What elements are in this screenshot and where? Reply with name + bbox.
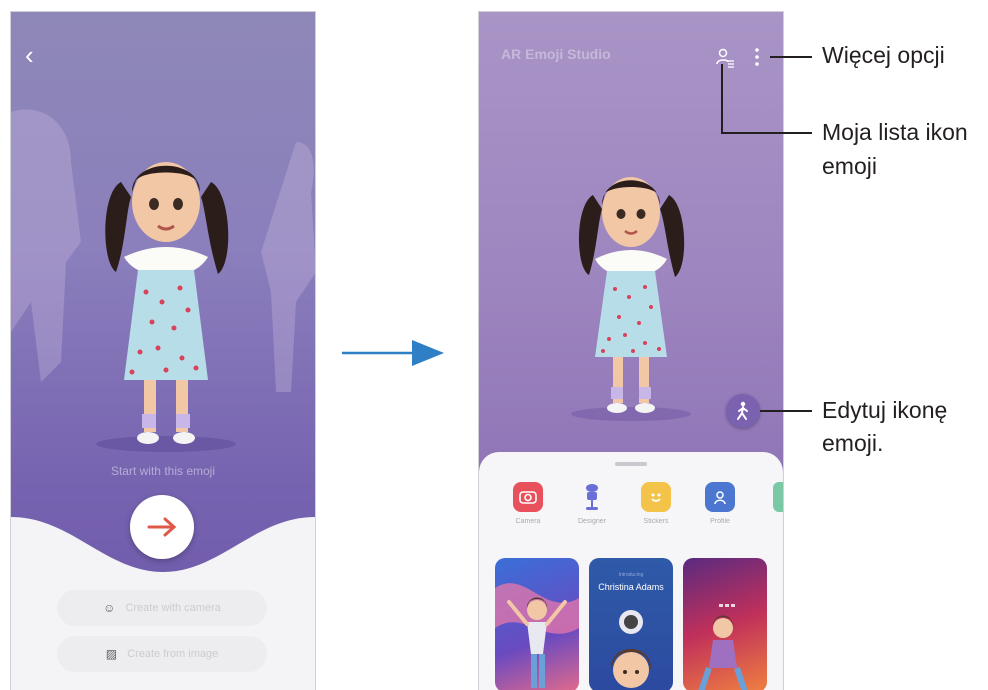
start-with-emoji-text: Start with this emoji [110, 464, 216, 478]
mannequin-icon [577, 482, 607, 512]
my-emoji-list-icon[interactable] [715, 48, 735, 68]
callout-more-options: Więcej opcji [822, 42, 945, 68]
create-from-image-button[interactable]: ▨ Create from image [57, 636, 267, 672]
create-with-camera-button[interactable]: ☺ Create with camera [57, 590, 267, 626]
emoji-avatar [571, 177, 691, 421]
walking-figure-icon [737, 401, 748, 420]
callout-my-emoji-list-line1: Moja lista ikon [822, 119, 968, 145]
next-button[interactable] [130, 495, 194, 559]
face-scan-icon: ☺ [103, 601, 116, 615]
callout-line-my-list-vertical [721, 64, 723, 134]
image-icon: ▨ [105, 647, 118, 661]
studio-title: AR Emoji Studio [501, 46, 611, 62]
callout-edit-emoji-line2: emoji. [822, 430, 884, 456]
arrow-right-icon [147, 517, 177, 537]
back-icon[interactable]: ‹ [25, 42, 47, 68]
background-avatar-left [11, 109, 81, 382]
callout-my-emoji-list-line2: emoji [822, 153, 877, 179]
preview-card-sticker[interactable] [495, 558, 579, 690]
more-options-icon[interactable] [753, 46, 761, 68]
mode-designer[interactable]: Designer [565, 482, 619, 525]
create-emoji-screen: ‹ Start with this emoji ☺ Create with ca… [10, 11, 316, 690]
camera-icon [513, 482, 543, 512]
flow-arrow-icon [342, 340, 444, 366]
sticker-icon [641, 482, 671, 512]
drag-handle[interactable] [615, 462, 647, 466]
callout-line-my-list [721, 132, 812, 134]
callout-line-more-options [770, 56, 812, 58]
mode-more-partial[interactable] [773, 482, 783, 512]
background-avatar-right [261, 142, 315, 392]
callout-edit-emoji-line1: Edytuj ikonę [822, 397, 948, 423]
emoji-studio-screen: AR Emoji Studio Camera Designer Stickers… [478, 11, 784, 690]
profile-icon [705, 482, 735, 512]
mode-profile[interactable]: Profile [693, 482, 747, 525]
edit-emoji-button[interactable] [726, 394, 760, 428]
mode-camera[interactable]: Camera [501, 482, 555, 525]
callout-line-edit [760, 410, 812, 412]
studio-bottom-sheet: Camera Designer Stickers Profile Introdu… [479, 452, 783, 690]
mode-stickers[interactable]: Stickers [629, 482, 683, 525]
preview-card-profile[interactable]: Introducing Christina Adams [589, 558, 673, 690]
preview-card-wallpaper[interactable] [683, 558, 767, 690]
emoji-avatar [96, 162, 236, 452]
